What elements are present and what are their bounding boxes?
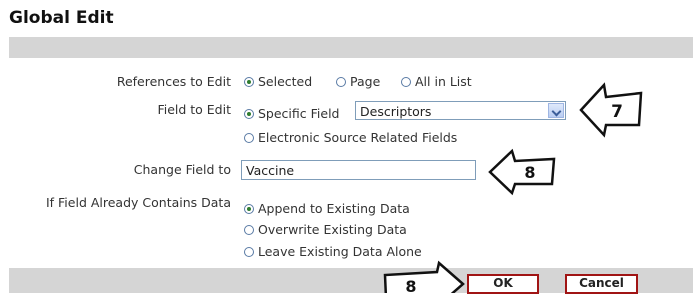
contains-data-label: If Field Already Contains Data <box>45 195 231 210</box>
radio-all-in-list[interactable]: All in List <box>401 74 472 89</box>
radio-append-label: Append to Existing Data <box>258 201 410 216</box>
radio-append[interactable]: Append to Existing Data <box>244 201 410 216</box>
radio-specific-field-label: Specific Field <box>258 106 340 121</box>
change-field-label: Change Field to <box>133 162 231 177</box>
callout-arrow-8-ok: 8 <box>383 260 467 293</box>
radio-page[interactable]: Page <box>336 74 380 89</box>
radio-specific-field[interactable]: Specific Field <box>244 106 339 121</box>
radio-specific-field-indicator[interactable] <box>244 108 254 119</box>
radio-electronic-source[interactable]: Electronic Source Related Fields <box>244 130 457 145</box>
radio-all-in-list-label: All in List <box>415 74 472 89</box>
radio-page-label: Page <box>350 74 381 89</box>
page-title: Global Edit <box>9 8 114 28</box>
radio-electronic-source-label: Electronic Source Related Fields <box>258 130 458 145</box>
radio-page-indicator[interactable] <box>336 76 346 87</box>
radio-selected-label: Selected <box>258 74 313 89</box>
radio-leave-alone-indicator[interactable] <box>244 246 254 257</box>
radio-selected[interactable]: Selected <box>244 74 312 89</box>
ok-button[interactable]: OK <box>467 274 539 294</box>
header-bar <box>9 37 693 58</box>
radio-leave-alone-label: Leave Existing Data Alone <box>258 244 422 259</box>
radio-electronic-source-indicator[interactable] <box>244 132 254 143</box>
field-to-edit-label: Field to Edit <box>157 102 231 117</box>
references-label: References to Edit <box>116 74 231 89</box>
field-select-value: Descriptors <box>360 104 432 119</box>
chevron-down-icon[interactable] <box>548 103 564 118</box>
radio-leave-alone[interactable]: Leave Existing Data Alone <box>244 244 422 259</box>
field-select[interactable]: Descriptors <box>355 101 566 120</box>
callout-arrow-7: 7 <box>577 82 645 138</box>
radio-append-indicator[interactable] <box>244 203 254 214</box>
cancel-button[interactable]: Cancel <box>565 274 638 294</box>
radio-overwrite-indicator[interactable] <box>244 224 254 235</box>
callout-7-text: 7 <box>611 102 623 122</box>
callout-arrow-8-input: 8 <box>486 148 558 196</box>
radio-selected-indicator[interactable] <box>244 76 254 87</box>
callout-8-input-text: 8 <box>524 163 535 182</box>
change-field-value: Vaccine <box>246 163 295 178</box>
radio-all-in-list-indicator[interactable] <box>401 76 411 87</box>
radio-overwrite-label: Overwrite Existing Data <box>258 222 407 237</box>
callout-8-ok-text: 8 <box>405 277 416 293</box>
change-field-input[interactable]: Vaccine <box>241 160 476 180</box>
radio-overwrite[interactable]: Overwrite Existing Data <box>244 222 407 237</box>
